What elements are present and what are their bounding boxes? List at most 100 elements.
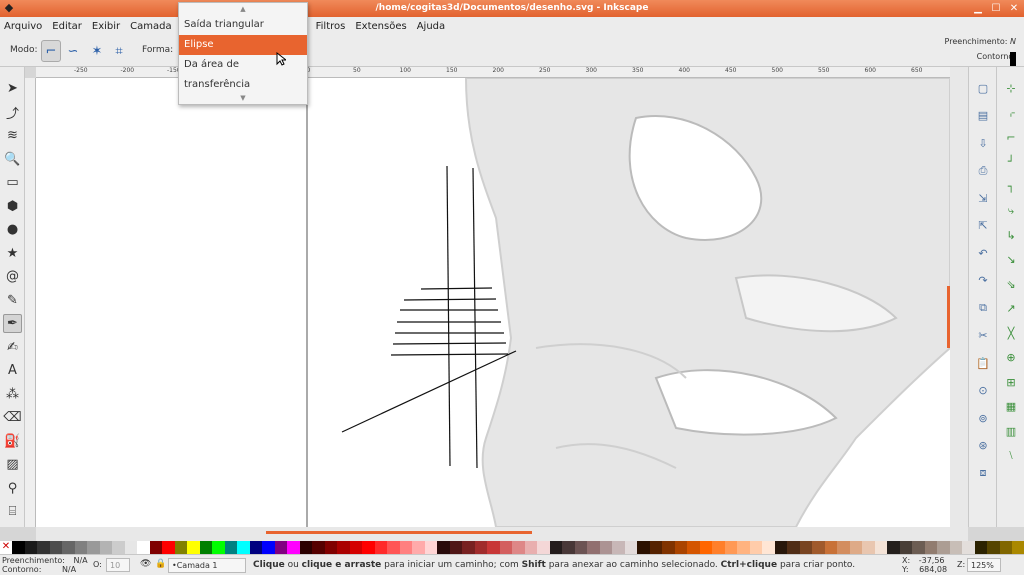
vertical-scroll-thumb[interactable] [947, 286, 950, 348]
snap-rotation-icon[interactable]: ⊞ [1002, 373, 1020, 391]
palette-swatch[interactable] [237, 541, 250, 554]
palette-swatch[interactable] [187, 541, 200, 554]
menu-ajuda[interactable]: Ajuda [417, 21, 445, 32]
duplicate-icon[interactable]: ⧈ [974, 464, 992, 482]
maximize-button[interactable]: ☐ [990, 0, 1002, 17]
layer-selector[interactable]: •Camada 1 [168, 558, 246, 573]
palette-swatch[interactable] [937, 541, 950, 554]
palette-swatch[interactable] [999, 541, 1012, 554]
palette-swatch[interactable] [474, 541, 487, 554]
palette-swatch[interactable] [699, 541, 712, 554]
zoom-icon[interactable]: 🔍 [3, 150, 22, 169]
palette-swatch[interactable] [599, 541, 612, 554]
no-paint-swatch[interactable]: ✕ [0, 541, 12, 554]
snap-toggle-icon[interactable]: ⊹ [1002, 79, 1020, 97]
star-icon[interactable]: ★ [3, 244, 22, 263]
palette-swatch[interactable] [524, 541, 537, 554]
snap-midpoint-icon[interactable]: ╳ [1002, 324, 1020, 342]
snap-smooth-icon[interactable]: ↗ [1002, 300, 1020, 318]
print-icon[interactable]: ⎙ [974, 162, 992, 180]
horizontal-scroll-thumb[interactable] [266, 531, 532, 534]
snap-intersection-icon[interactable]: ↘ [1002, 251, 1020, 269]
copy-icon[interactable]: ⧉ [974, 299, 992, 317]
shape-option-ellipse[interactable]: Elipse [179, 35, 307, 55]
palette-swatch[interactable] [849, 541, 862, 554]
save-icon[interactable]: ⇩ [974, 134, 992, 152]
palette-swatch[interactable] [649, 541, 662, 554]
palette-swatch[interactable] [612, 541, 625, 554]
palette-swatch[interactable] [499, 541, 512, 554]
palette-swatch[interactable] [737, 541, 750, 554]
palette-swatch[interactable] [1012, 541, 1024, 554]
menu-filtros[interactable]: Filtros [316, 21, 346, 32]
selector-icon[interactable]: ➤ [3, 79, 22, 98]
palette-swatch[interactable] [424, 541, 437, 554]
import-icon[interactable]: ⇲ [974, 189, 992, 207]
palette-swatch[interactable] [62, 541, 75, 554]
snap-page-icon[interactable]: ▦ [1002, 398, 1020, 416]
scroll-up-icon[interactable]: ▲ [179, 3, 307, 15]
palette-swatch[interactable] [637, 541, 650, 554]
palette-swatch[interactable] [112, 541, 125, 554]
shape-option-triangle-out[interactable]: Saída triangular [179, 15, 307, 35]
eraser-icon[interactable]: ⌫ [3, 408, 22, 427]
tweak-icon[interactable]: ≋ [3, 126, 22, 145]
palette-swatch[interactable] [799, 541, 812, 554]
gradient-icon[interactable]: ▨ [3, 455, 22, 474]
palette-swatch[interactable] [324, 541, 337, 554]
bucket-icon[interactable]: ⛽ [3, 432, 22, 451]
ellipse-icon[interactable]: ● [3, 220, 22, 239]
palette-swatch[interactable] [162, 541, 175, 554]
palette-swatch[interactable] [712, 541, 725, 554]
undo-icon[interactable]: ↶ [974, 244, 992, 262]
mode-spiro-button[interactable]: ∽ [63, 40, 83, 62]
palette-swatch[interactable] [337, 541, 350, 554]
pencil-icon[interactable]: ✎ [3, 291, 22, 310]
zoom-selection-icon[interactable]: ⊙ [974, 382, 992, 400]
rect-icon[interactable]: ▭ [3, 173, 22, 192]
palette-swatch[interactable] [362, 541, 375, 554]
palette-swatch[interactable] [224, 541, 237, 554]
palette-swatch[interactable] [924, 541, 937, 554]
zoom-page-icon[interactable]: ⊛ [974, 437, 992, 455]
zoom-drawing-icon[interactable]: ⊚ [974, 409, 992, 427]
eye-icon[interactable]: 👁 [140, 559, 151, 569]
palette-swatch[interactable] [274, 541, 287, 554]
palette-swatch[interactable] [24, 541, 37, 554]
palette-swatch[interactable] [287, 541, 300, 554]
spiral-icon[interactable]: @ [3, 267, 22, 286]
vertical-scrollbar[interactable] [947, 67, 968, 527]
palette-swatch[interactable] [149, 541, 162, 554]
mode-bspline-button[interactable]: ✶ [87, 40, 107, 62]
pen-icon[interactable]: ✒ [3, 314, 22, 333]
palette-swatch[interactable] [537, 541, 550, 554]
text-icon[interactable]: A [3, 361, 22, 380]
palette-swatch[interactable] [812, 541, 825, 554]
snap-bbox-edge-icon[interactable]: ⌐ [1002, 128, 1020, 146]
palette-swatch[interactable] [412, 541, 425, 554]
mode-paraxial-button[interactable]: ⌗ [109, 40, 129, 62]
palette-swatch[interactable] [124, 541, 137, 554]
export-icon[interactable]: ⇱ [974, 217, 992, 235]
snap-cusp-icon[interactable]: ⇘ [1002, 275, 1020, 293]
palette-swatch[interactable] [837, 541, 850, 554]
palette-swatch[interactable] [949, 541, 962, 554]
box3d-icon[interactable]: ⬢ [3, 197, 22, 216]
palette-swatch[interactable] [37, 541, 50, 554]
drawing-canvas[interactable] [36, 78, 950, 527]
palette-swatch[interactable] [87, 541, 100, 554]
palette-swatch[interactable] [874, 541, 887, 554]
palette-swatch[interactable] [562, 541, 575, 554]
zoom-field[interactable]: 125% [967, 558, 1001, 572]
snap-paths-icon[interactable]: ↳ [1002, 226, 1020, 244]
palette-swatch[interactable] [662, 541, 675, 554]
palette-swatch[interactable] [374, 541, 387, 554]
palette-swatch[interactable] [12, 541, 25, 554]
palette-swatch[interactable] [624, 541, 637, 554]
palette-swatch[interactable] [49, 541, 62, 554]
menu-camada[interactable]: Camada [130, 21, 171, 32]
redo-icon[interactable]: ↷ [974, 272, 992, 290]
snap-bbox-corner-icon[interactable]: ┘ [1002, 153, 1020, 171]
menu-editar[interactable]: Editar [52, 21, 82, 32]
palette-swatch[interactable] [349, 541, 362, 554]
